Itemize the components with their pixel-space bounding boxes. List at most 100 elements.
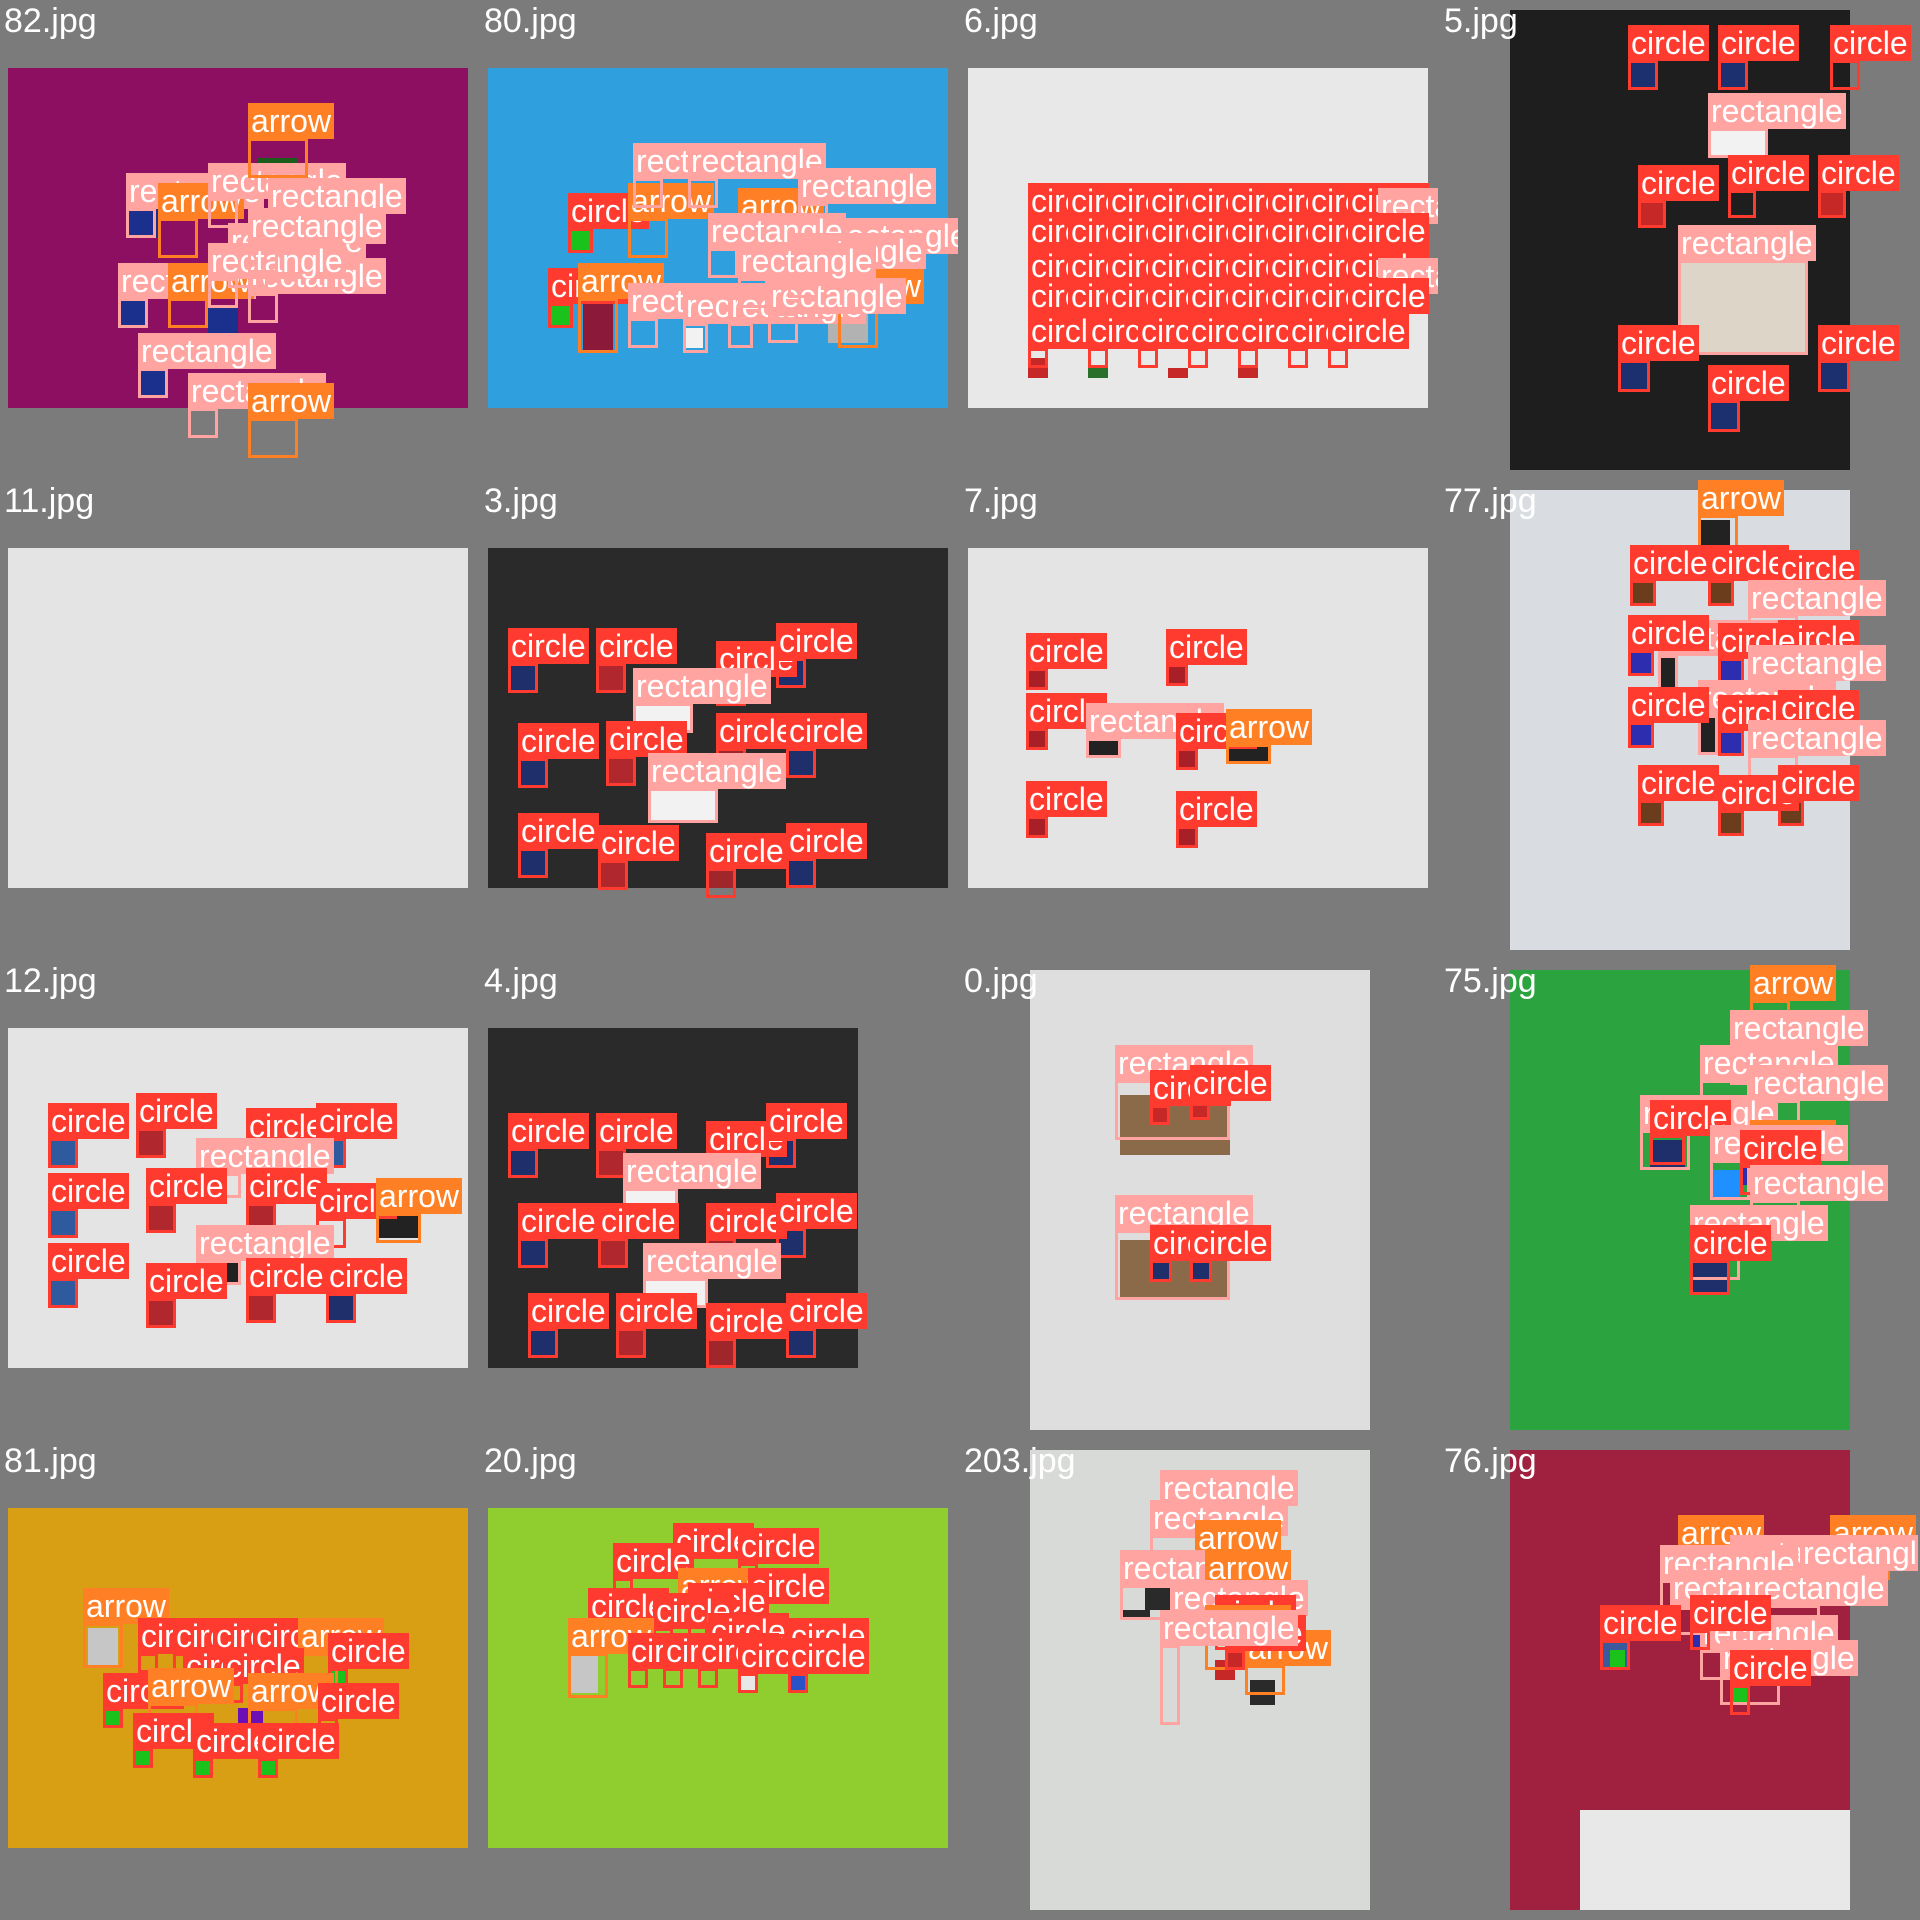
circle-detection-box: circle: [1650, 1100, 1731, 1165]
circle-detection-box: circle: [1088, 313, 1169, 368]
circle-detection-box: circle: [258, 1723, 339, 1778]
image-tile[interactable]: rectangle rectangle arrow rectangle arrow rec…: [960, 1440, 1438, 1918]
class-label: circle: [246, 1168, 327, 1204]
circle-detection-box: circle: [1728, 155, 1809, 218]
class-label: circle: [786, 1293, 867, 1329]
filename-label: 4.jpg: [484, 962, 558, 1000]
class-label: circle: [716, 713, 797, 749]
class-label: circle: [1638, 165, 1719, 201]
circle-detection-box: circle: [1718, 25, 1799, 90]
class-label: circle: [596, 628, 677, 664]
arrow-detection-box: arrow: [168, 263, 255, 328]
image-tile[interactable]: arrowrectanglerectanglerectanglerectangl…: [1440, 960, 1918, 1438]
circle-detection-box: circle: [788, 1638, 869, 1693]
circle-detection-box: circle: [1190, 1065, 1271, 1120]
class-label: circle: [48, 1103, 129, 1139]
image-tile[interactable]: circle circle circle circle rectangle circle c…: [0, 960, 478, 1438]
class-label: arrow: [376, 1178, 463, 1214]
circle-detection-box: circle: [1188, 313, 1269, 368]
class-label: circle: [1190, 1225, 1271, 1261]
image-tile[interactable]: circlecirclecirclecirclecirclecirclecirc…: [960, 0, 1438, 478]
circle-detection-box: circle: [698, 1633, 779, 1688]
class-label: circle: [616, 1293, 697, 1329]
filename-label: 3.jpg: [484, 482, 558, 520]
class-label: circle: [738, 1528, 819, 1564]
circle-detection-box: circle: [1778, 765, 1859, 826]
circle-detection-box: circle: [136, 1093, 217, 1158]
arrow-detection-box: arrow: [248, 103, 335, 178]
class-label: rectangle: [1160, 1610, 1298, 1646]
filename-label: 20.jpg: [484, 1442, 577, 1480]
circle-detection-box: circle: [1830, 25, 1911, 90]
image-tile[interactable]: circle circle circle circle rectangle circle c…: [480, 480, 958, 958]
circle-detection-box: circle: [1638, 165, 1719, 228]
circle-detection-box: circle: [246, 1258, 327, 1323]
class-label: circle: [1328, 313, 1409, 349]
class-label: circle: [146, 1168, 227, 1204]
image-tile[interactable]: rectanglearrowrectanglearrowrectanglearr…: [0, 0, 478, 478]
class-label: arrow: [248, 383, 335, 419]
class-label: circle: [518, 1203, 599, 1239]
class-label: circle: [508, 628, 589, 664]
circle-detection-box: circle: [766, 1103, 847, 1168]
class-label: rectangle: [248, 208, 386, 244]
arrow-detection-box: arrow: [158, 183, 245, 258]
class-label: circle: [318, 1683, 399, 1719]
class-label: rectangle: [623, 1153, 761, 1189]
image-tile[interactable]: arrowcirclecirclecirclecirclearrowcircle…: [0, 1440, 478, 1918]
circle-detection-box: circle: [616, 1293, 697, 1358]
class-label: circle: [1026, 633, 1107, 669]
circle-detection-box: circle: [663, 1633, 744, 1688]
image-tile[interactable]: circle circle circle rectangle circle circle c…: [1440, 0, 1918, 478]
class-label: circle: [1818, 325, 1899, 361]
image-tile[interactable]: circle circle circle rectangle circle arrow ci…: [960, 480, 1438, 958]
class-label: circle: [1818, 155, 1899, 191]
filename-label: 80.jpg: [484, 2, 577, 40]
circle-detection-box: circle: [776, 623, 857, 688]
class-label: circle: [528, 1293, 609, 1329]
class-label: circle: [706, 1203, 787, 1239]
photo: [488, 1508, 948, 1848]
circle-detection-box: circle: [1708, 365, 1789, 432]
rectangle-detection-box: rectangle: [248, 258, 386, 323]
rectangle-detection-box: rectangle: [126, 173, 264, 238]
image-tile[interactable]: arrowarrowrectanglerectanglerectanglerec…: [1440, 1440, 1918, 1918]
circle-detection-box: circle: [1026, 693, 1107, 750]
arrow-detection-box: arrow: [376, 1178, 463, 1243]
image-tile[interactable]: circlecirclecirclerectanglearrowcircleci…: [0, 480, 478, 958]
class-label: circle: [48, 1173, 129, 1209]
class-label: rectangle: [1708, 93, 1846, 129]
image-tile[interactable]: circlecirclecirclearrowcirclecirclecircl…: [480, 1440, 958, 1918]
class-label: arrow: [1698, 480, 1785, 516]
circle-detection-box: circle: [1225, 1615, 1306, 1670]
circle-detection-box: circle: [1628, 25, 1709, 90]
image-tile[interactable]: circlearrowrectanglerectanglearrowrectan…: [480, 0, 958, 478]
class-label: circle: [146, 1263, 227, 1299]
arrow-detection-box: arrow: [578, 263, 665, 353]
circle-detection-box: circle: [103, 1673, 184, 1728]
class-label: circle: [1708, 545, 1789, 581]
circle-detection-box: circle: [596, 628, 677, 693]
circle-detection-box: circle: [48, 1103, 129, 1168]
rectangle-detection-box: rectangle: [248, 208, 386, 273]
class-label: circle: [328, 1633, 409, 1669]
class-label: rectangle: [738, 243, 876, 279]
circle-detection-box: circle: [706, 833, 787, 898]
class-label: circle: [1718, 25, 1799, 61]
arrow-detection-box: arrow: [1245, 1630, 1332, 1695]
image-tile[interactable]: circle circle circle circle rectangle circle c…: [480, 960, 958, 1438]
rectangle-detection-box: rectangle: [738, 243, 876, 308]
arrow-detection-box: arrow: [1226, 709, 1313, 764]
class-label: circle: [706, 833, 787, 869]
image-tile[interactable]: arrowcirclecirclecirclerectanglerectangl…: [1440, 480, 1918, 958]
circle-detection-box: circle: [528, 1293, 609, 1358]
class-label: circle: [1730, 1650, 1811, 1686]
rectangle-detection-box: rectangle: [1708, 93, 1846, 158]
arrow-detection-box: arrow: [248, 383, 335, 458]
class-label: arrow: [148, 1668, 235, 1704]
circle-detection-box: circle: [1708, 545, 1789, 606]
scene-object: [1088, 368, 1108, 378]
image-tile[interactable]: rectanglecirclecirclerectanglecirclecirc…: [960, 960, 1438, 1438]
circle-detection-box: circle: [628, 1633, 709, 1688]
circle-detection-box: circle: [1028, 313, 1109, 368]
